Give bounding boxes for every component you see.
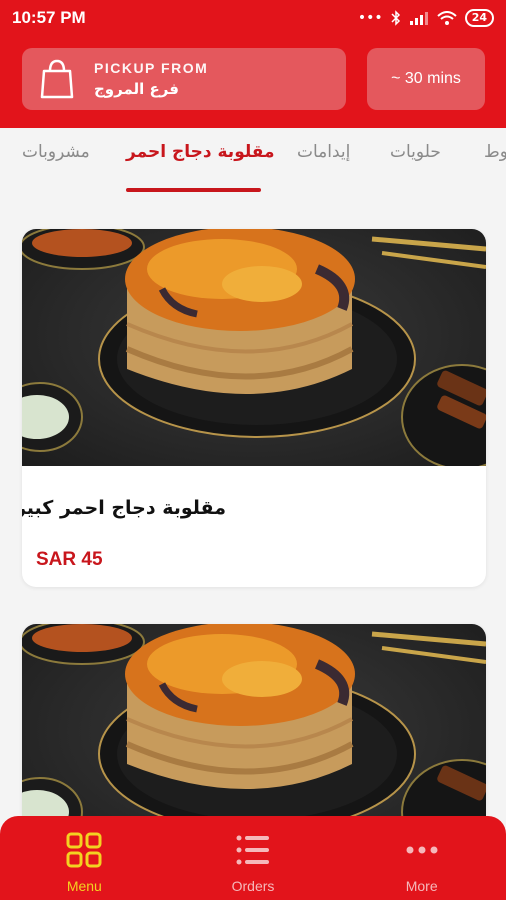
- pickup-location-button[interactable]: PICKUP FROM فرع المروج: [22, 48, 346, 110]
- tab-maqluba-red-chicken[interactable]: مقلوبة دجاج احمر: [126, 142, 275, 162]
- header: PICKUP FROM فرع المروج ~ 30 mins: [0, 36, 506, 128]
- more-dots-icon: [406, 846, 438, 854]
- nav-menu[interactable]: Menu: [0, 816, 169, 900]
- eta-button[interactable]: ~ 30 mins: [367, 48, 485, 110]
- tab-partial[interactable]: وط: [484, 142, 506, 162]
- product-card[interactable]: مقلوبة دجاج احمر كبير SAR 45: [22, 229, 486, 587]
- product-name: مقلوبة دجاج احمر كبير: [22, 497, 226, 519]
- status-bar: 10:57 PM ••• 24: [0, 0, 506, 36]
- nav-more-label: More: [405, 878, 438, 894]
- shopping-bag-icon: [40, 59, 74, 99]
- bottom-navigation: Menu Orders More: [0, 816, 506, 900]
- bluetooth-icon: [391, 10, 400, 26]
- food-image: [22, 624, 486, 844]
- nav-more[interactable]: More: [337, 816, 506, 900]
- category-tabs: مشروبات مقلوبة دجاج احمر إيدامات حلويات …: [0, 128, 506, 198]
- signal-icon: [409, 12, 428, 25]
- notification-dots-icon: •••: [357, 10, 383, 26]
- tab-desserts[interactable]: حلويات: [390, 142, 441, 162]
- battery-icon: 24: [464, 9, 494, 27]
- list-icon: [236, 835, 269, 865]
- grid-icon: [66, 832, 102, 868]
- nav-orders[interactable]: Orders: [169, 816, 338, 900]
- nav-orders-label: Orders: [231, 878, 275, 894]
- wifi-icon: [437, 11, 457, 25]
- nav-menu-label: Menu: [66, 878, 102, 894]
- product-price: SAR 45: [36, 549, 103, 570]
- food-image: [22, 229, 486, 466]
- tab-drinks[interactable]: مشروبات: [22, 142, 90, 162]
- pickup-label: PICKUP FROM: [94, 60, 209, 76]
- product-card[interactable]: [22, 624, 486, 844]
- status-time: 10:57 PM: [12, 8, 86, 27]
- active-tab-indicator: [126, 188, 261, 192]
- eta-text: ~ 30 mins: [391, 70, 461, 87]
- branch-name: فرع المروج: [94, 80, 179, 98]
- tab-stews[interactable]: إيدامات: [297, 142, 350, 162]
- status-icons: ••• 24: [358, 9, 494, 27]
